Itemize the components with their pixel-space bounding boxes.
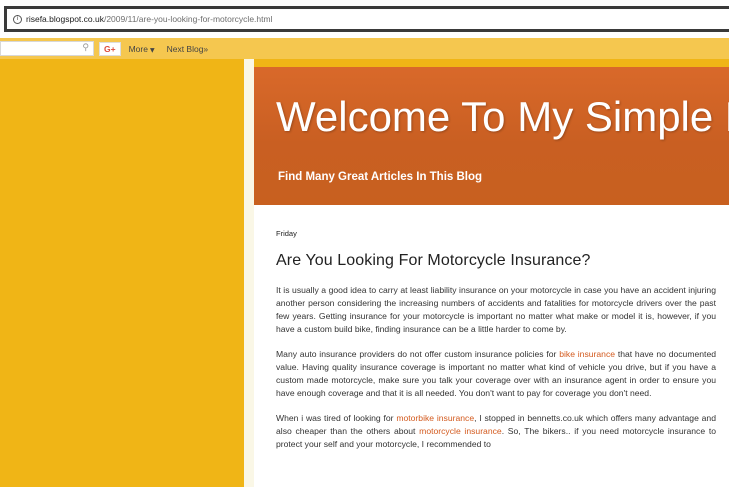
post-paragraph: Many auto insurance providers do not off…	[276, 348, 716, 400]
google-plus-button[interactable]: G+	[99, 41, 121, 56]
next-blog-link[interactable]: Next Blog»	[167, 44, 209, 54]
chevron-down-icon: ▼	[149, 46, 155, 54]
main-content: Friday Are You Looking For Motorcycle In…	[254, 205, 729, 487]
motorcycle-insurance-link[interactable]: motorcycle insurance	[419, 426, 502, 436]
bike-insurance-link[interactable]: bike insurance	[559, 349, 615, 359]
post-paragraph: When i was tired of looking for motorbik…	[276, 412, 716, 451]
post-date: Friday	[276, 229, 297, 238]
blog-title[interactable]: Welcome To My Simple Blog	[276, 93, 729, 141]
address-bar[interactable]: i risefa.blogspot.co.uk/2009/11/are-you-…	[4, 6, 729, 32]
url-domain: risefa.blogspot.co.uk	[26, 14, 104, 24]
paragraph-text: When i was tired of looking for	[276, 413, 397, 423]
blogger-navbar: ⚲ G+ More ▼ Next Blog»	[0, 38, 729, 59]
more-menu-label: More	[128, 43, 148, 54]
paragraph-text: Many auto insurance providers do not off…	[276, 349, 560, 359]
post-title[interactable]: Are You Looking For Motorcycle Insurance…	[276, 252, 716, 270]
content-border	[244, 59, 254, 487]
more-menu-button[interactable]: More ▼	[129, 44, 155, 54]
navbar-search-input[interactable]: ⚲	[0, 41, 94, 56]
url-path: /2009/11/are-you-looking-for-motorcycle.…	[103, 14, 273, 24]
post-paragraph: It is usually a good idea to carry at le…	[276, 285, 716, 334]
blog-header: Welcome To My Simple Blog Find Many Grea…	[254, 67, 729, 205]
blog-description: Find Many Great Articles In This Blog	[278, 171, 483, 183]
motorbike-insurance-link[interactable]: motorbike insurance	[396, 413, 474, 423]
search-icon[interactable]: ⚲	[82, 43, 89, 53]
info-icon[interactable]: i	[13, 14, 22, 24]
